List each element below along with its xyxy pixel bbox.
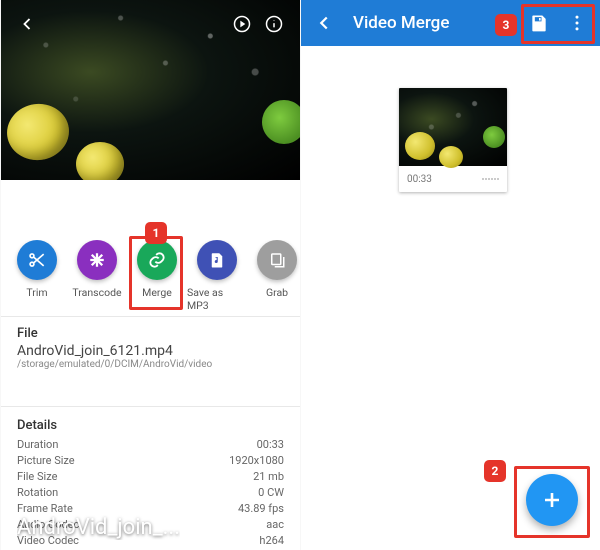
save-icon xyxy=(529,13,549,33)
arrow-left-icon xyxy=(313,12,335,34)
frame-grab-icon xyxy=(268,251,286,269)
thumb-decoration xyxy=(439,146,463,168)
details-heading: Details xyxy=(17,418,284,433)
merge-icon-circle xyxy=(137,240,177,280)
thumbnail-duration: 00:33 xyxy=(407,174,432,185)
plus-icon xyxy=(540,488,564,512)
detail-value: 1920x1080 xyxy=(229,453,284,469)
music-file-icon xyxy=(208,251,226,269)
hero-decoration xyxy=(262,100,300,144)
tool-label: Save as MP3 xyxy=(187,286,247,312)
arrow-left-icon xyxy=(17,14,37,34)
more-vertical-icon xyxy=(567,13,587,33)
screen-video-merge: Video Merge 00:33 xyxy=(300,0,600,550)
hero-decoration xyxy=(3,100,72,164)
detail-value: aac xyxy=(266,517,284,533)
add-video-fab[interactable] xyxy=(526,474,578,526)
divider xyxy=(1,406,300,407)
link-icon xyxy=(147,250,167,270)
info-circle-icon xyxy=(264,14,284,34)
tool-merge[interactable]: Merge xyxy=(127,240,187,312)
file-section: File AndroVid_join_6121.mp4 /storage/emu… xyxy=(17,326,284,370)
drag-handle-icon[interactable] xyxy=(482,178,499,180)
detail-value: 21 mb xyxy=(253,469,284,485)
tool-label: Merge xyxy=(142,286,172,299)
divider xyxy=(1,316,300,317)
back-button[interactable] xyxy=(307,6,341,40)
detail-row: File Size 21 mb xyxy=(17,469,284,485)
video-title: AndroVid_join_... xyxy=(17,515,180,540)
detail-value: 0 CW xyxy=(258,485,284,501)
tool-trim[interactable]: Trim xyxy=(7,240,67,312)
file-name: AndroVid_join_6121.mp4 xyxy=(17,343,284,359)
appbar-title: Video Merge xyxy=(353,13,449,33)
annotation-number-2: 2 xyxy=(484,460,506,482)
play-circle-icon xyxy=(232,14,252,34)
screen-video-detail: AndroVid_join_... Trim Transcode Merge xyxy=(0,0,300,550)
detail-key: Duration xyxy=(17,437,58,453)
asterisk-icon xyxy=(88,251,106,269)
detail-key: Rotation xyxy=(17,485,58,501)
detail-row: Duration 00:33 xyxy=(17,437,284,453)
detail-row: Rotation 0 CW xyxy=(17,485,284,501)
appbar: Video Merge xyxy=(301,0,600,46)
more-button[interactable] xyxy=(560,6,594,40)
scissors-icon xyxy=(27,250,47,270)
thumb-decoration xyxy=(483,126,505,148)
transcode-icon-circle xyxy=(77,240,117,280)
video-thumbnail-image xyxy=(399,88,507,166)
grab-icon-circle xyxy=(257,240,297,280)
detail-value: 00:33 xyxy=(257,437,284,453)
thumbnail-footer: 00:33 xyxy=(399,166,507,192)
hero-decoration xyxy=(76,142,124,180)
thumb-decoration xyxy=(405,132,435,160)
tool-label: Transcode xyxy=(72,286,121,299)
detail-row: Picture Size 1920x1080 xyxy=(17,453,284,469)
tool-label: Trim xyxy=(26,286,47,299)
video-thumbnail-card[interactable]: 00:33 xyxy=(399,88,507,192)
save-button[interactable] xyxy=(522,6,556,40)
detail-value: 43.89 fps xyxy=(238,501,284,517)
back-button[interactable] xyxy=(11,8,43,40)
tool-label: Grab xyxy=(266,286,288,299)
hero-topbar xyxy=(1,0,300,48)
file-heading: File xyxy=(17,326,284,341)
tool-transcode[interactable]: Transcode xyxy=(67,240,127,312)
trim-icon-circle xyxy=(17,240,57,280)
mp3-icon-circle xyxy=(197,240,237,280)
file-path: /storage/emulated/0/DCIM/AndroVid/video xyxy=(17,359,284,370)
tool-save-as-mp3[interactable]: Save as MP3 xyxy=(187,240,247,312)
detail-key: File Size xyxy=(17,469,57,485)
play-button[interactable] xyxy=(226,8,258,40)
detail-value: h264 xyxy=(259,533,284,549)
info-button[interactable] xyxy=(258,8,290,40)
detail-key: Picture Size xyxy=(17,453,75,469)
tool-strip: Trim Transcode Merge Save as MP3 xyxy=(1,240,300,312)
tool-grab[interactable]: Grab xyxy=(247,240,300,312)
